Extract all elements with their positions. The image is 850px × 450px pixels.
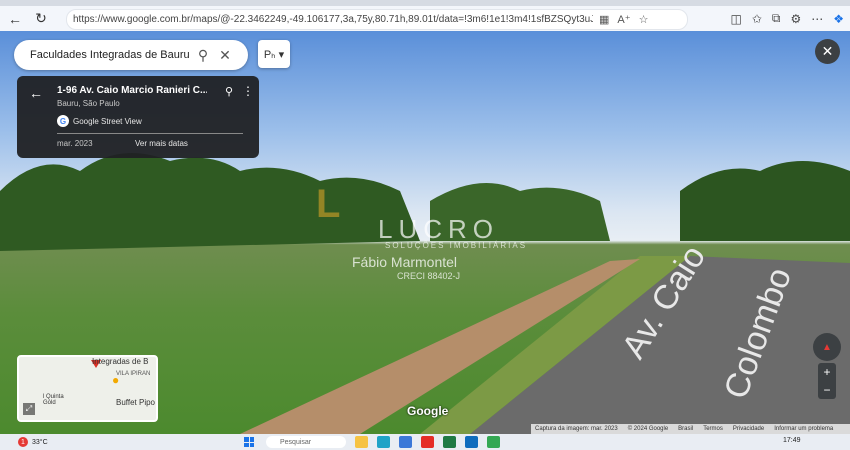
expand-icon[interactable]: ⤢ (23, 403, 35, 415)
watermark-logo-icon: L (316, 182, 341, 226)
copilot-icon[interactable]: ❖ (833, 12, 844, 26)
source-text: Google Street View (73, 116, 142, 126)
location-pin-icon[interactable]: ⚲ (225, 85, 233, 98)
clock: 17:49 (783, 437, 801, 444)
footer-capture-date: Captura da imagem: mar. 2023 (535, 426, 618, 432)
edge-icon[interactable] (377, 436, 390, 448)
taskbar-search-placeholder: Pesquisar (280, 438, 312, 446)
watermark-subtitle: SOLUÇÕES IMOBILIÁRIAS (385, 241, 528, 250)
weather-icon: 1 (18, 437, 28, 447)
minimap[interactable]: Integradas de B VILA IPIRAN l Quinta Gol… (17, 355, 158, 422)
zoom-in-button[interactable]: + (818, 363, 836, 381)
read-aloud-icon[interactable]: A⁺ (617, 13, 630, 26)
more-options-icon[interactable]: ⋮ (242, 84, 254, 98)
mail-icon[interactable] (399, 436, 412, 448)
windows-start-icon[interactable] (244, 437, 254, 447)
map-footer: Captura da imagem: mar. 2023 © 2024 Goog… (531, 424, 850, 434)
favorites-icon[interactable]: ✩ (752, 12, 762, 26)
source-label: G Google Street View (57, 115, 142, 127)
collections-icon[interactable]: ⧉ (772, 11, 781, 26)
footer-report-link[interactable]: Informar um problema (774, 426, 833, 432)
street-view-canvas[interactable]: Av. Caio Colombo ⚲ ✕ Pₕ ▾ ← 1-96 Av. Cai… (0, 31, 850, 434)
footer-terms-link[interactable]: Termos (703, 426, 723, 432)
weather-widget[interactable]: 1 33°C (18, 437, 48, 447)
footer-country[interactable]: Brasil (678, 426, 693, 432)
taskbar-search[interactable]: Pesquisar (266, 436, 346, 448)
excel-icon[interactable] (443, 436, 456, 448)
google-g-icon: G (57, 115, 69, 127)
youtube-icon[interactable] (421, 436, 434, 448)
watermark-creci: CRECI 88402-J (397, 271, 461, 281)
zoom-control: + − (818, 363, 836, 399)
more-dates-link[interactable]: Ver mais datas (135, 139, 188, 148)
minimap-label: Integradas de B (92, 357, 149, 366)
close-icon[interactable]: ✕ (214, 44, 236, 66)
compass-icon[interactable]: ▲ (813, 333, 841, 361)
capture-date: mar. 2023 (57, 139, 93, 148)
google-logo: Google (407, 404, 449, 418)
chrome-icon[interactable] (487, 436, 500, 448)
browser-toolbar: ← ↻ https://www.google.com.br/maps/@-22.… (0, 6, 850, 31)
zoom-out-button[interactable]: − (818, 381, 836, 399)
split-screen-icon[interactable]: ◫ (730, 12, 741, 26)
footer-copyright: © 2024 Google (627, 426, 669, 432)
card-subtitle: Bauru, São Paulo (57, 99, 120, 108)
pegman-icon: Pₕ (263, 48, 276, 61)
watermark-name: Fábio Marmontel (352, 254, 458, 270)
menu-icon[interactable]: ⋯ (811, 12, 823, 26)
card-title: 1-96 Av. Caio Marcio Ranieri C... (57, 85, 207, 96)
search-input[interactable] (28, 48, 192, 62)
minimap-label: l Quinta Gold (43, 394, 64, 406)
refresh-icon[interactable]: ↻ (30, 8, 52, 30)
outlook-icon[interactable] (465, 436, 478, 448)
pegman-button[interactable]: Pₕ ▾ (258, 40, 290, 68)
minimap-label: Buffet Pipo (116, 398, 155, 407)
url-text[interactable]: https://www.google.com.br/maps/@-22.3462… (73, 14, 593, 25)
favorite-star-icon[interactable]: ☆ (639, 13, 649, 26)
timeline-divider (57, 133, 243, 134)
search-icon[interactable]: ⚲ (192, 44, 214, 66)
pegman-icon: ● (112, 373, 120, 387)
extensions-icon[interactable]: ⚙ (790, 12, 801, 26)
search-box[interactable]: ⚲ ✕ (14, 40, 248, 70)
back-arrow-icon[interactable]: ← (29, 85, 43, 101)
taskbar-apps (355, 436, 500, 448)
footer-privacy-link[interactable]: Privacidade (733, 426, 764, 432)
temperature: 33°C (32, 438, 48, 446)
location-card: ← 1-96 Av. Caio Marcio Ranieri C... Baur… (17, 76, 259, 158)
taskbar: 1 33°C Pesquisar 17:49 (0, 434, 850, 450)
close-street-view-button[interactable]: ✕ (815, 39, 840, 64)
minimap-label: VILA IPIRAN (116, 371, 151, 377)
back-arrow-icon[interactable]: ← (4, 8, 26, 30)
explorer-icon[interactable] (355, 436, 368, 448)
grid-icon[interactable]: ▦ (599, 13, 609, 26)
address-bar[interactable]: https://www.google.com.br/maps/@-22.3462… (66, 9, 688, 30)
